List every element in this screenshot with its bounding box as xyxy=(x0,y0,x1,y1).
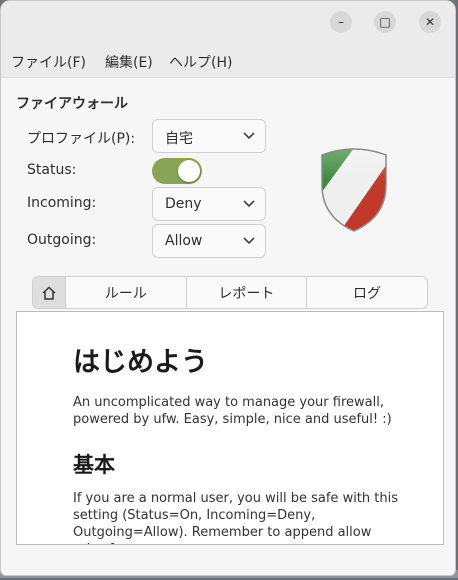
shield-icon xyxy=(321,148,387,232)
close-icon: ✕ xyxy=(424,15,436,29)
home-content-panel[interactable]: はじめよう An uncomplicated way to manage you… xyxy=(16,311,444,545)
outgoing-label: Outgoing: xyxy=(27,232,97,248)
incoming-value: Deny xyxy=(165,196,202,212)
outgoing-value: Allow xyxy=(165,233,203,249)
home-icon xyxy=(42,285,56,300)
minimize-icon: – xyxy=(338,15,344,29)
content-title: はじめよう xyxy=(73,347,208,378)
tab-home[interactable] xyxy=(33,277,65,308)
intro-text: An uncomplicated way to manage your fire… xyxy=(73,395,392,427)
chevron-down-icon xyxy=(243,132,255,140)
tab-report[interactable]: レポート xyxy=(185,277,306,308)
outgoing-select[interactable]: Allow xyxy=(152,224,266,258)
profile-select[interactable]: 自宅 xyxy=(152,119,266,153)
menu-file[interactable]: ファイル(F) xyxy=(11,52,86,72)
maximize-icon: □ xyxy=(379,15,391,29)
profile-value: 自宅 xyxy=(165,131,193,147)
basics-title: 基本 xyxy=(73,453,115,477)
menu-bar: ファイル(F) 編集(E) ヘルプ(H) xyxy=(1,45,455,78)
close-button[interactable]: ✕ xyxy=(419,11,441,33)
menu-help[interactable]: ヘルプ(H) xyxy=(169,52,232,72)
basics-text: If you are a normal user, you will be sa… xyxy=(73,491,398,544)
chevron-down-icon xyxy=(243,237,255,245)
status-toggle[interactable] xyxy=(152,158,202,184)
incoming-select[interactable]: Deny xyxy=(152,187,266,221)
toggle-knob xyxy=(178,160,200,182)
profile-label: プロファイル(P): xyxy=(27,131,136,147)
title-bar[interactable]: – □ ✕ xyxy=(1,1,455,45)
tab-bar: ルール レポート ログ xyxy=(32,276,428,309)
firewall-heading: ファイアウォール xyxy=(16,96,128,112)
minimize-button[interactable]: – xyxy=(330,11,352,33)
status-label: Status: xyxy=(27,162,77,178)
menu-edit[interactable]: 編集(E) xyxy=(105,52,153,72)
tab-log[interactable]: ログ xyxy=(305,277,427,308)
maximize-button[interactable]: □ xyxy=(374,11,396,33)
incoming-label: Incoming: xyxy=(27,195,97,211)
chevron-down-icon xyxy=(243,200,255,208)
tab-rules[interactable]: ルール xyxy=(64,277,186,308)
gufw-window: – □ ✕ ファイル(F) 編集(E) ヘルプ(H) ファイアウォール プロファ… xyxy=(0,0,456,576)
